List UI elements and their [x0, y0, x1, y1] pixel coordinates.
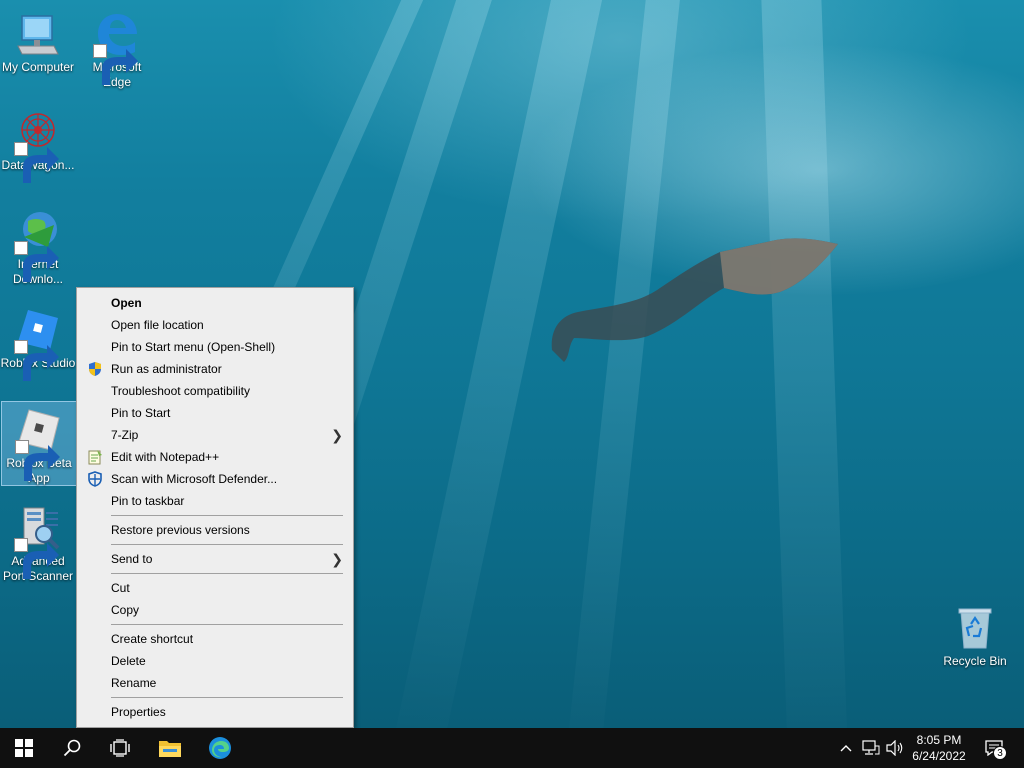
defender-shield-icon — [87, 471, 103, 487]
menu-item-create-shortcut[interactable]: Create shortcut — [77, 628, 353, 650]
menu-item-label: Copy — [111, 603, 140, 617]
menu-item-label: Delete — [111, 654, 146, 668]
menu-item-pin-to-start-menu-open-shell[interactable]: Pin to Start menu (Open-Shell) — [77, 336, 353, 358]
menu-separator — [111, 573, 343, 574]
recycle-bin-icon — [951, 604, 999, 652]
menu-item-label: Open file location — [111, 318, 204, 332]
network-tray-button[interactable] — [860, 728, 882, 768]
desktop-icon-my-computer[interactable]: My Computer — [0, 6, 76, 75]
menu-item-rename[interactable]: Rename — [77, 672, 353, 694]
action-center-button[interactable]: 3 — [980, 728, 1008, 768]
menu-item-label: Pin to Start — [111, 406, 171, 420]
shortcut-arrow-icon — [14, 142, 59, 183]
menu-item-label: Send to — [111, 552, 153, 566]
taskbar-clock[interactable]: 8:05 PM 6/24/2022 — [902, 732, 976, 764]
menu-item-label: Cut — [111, 581, 130, 595]
menu-item-label: Rename — [111, 676, 157, 690]
taskbar-file-explorer-button[interactable] — [146, 728, 194, 768]
computer-icon — [14, 10, 62, 58]
menu-item-label: Scan with Microsoft Defender... — [111, 472, 278, 486]
menu-item-troubleshoot-compatibility[interactable]: Troubleshoot compatibility — [77, 380, 353, 402]
menu-item-edit-with-notepadpp[interactable]: Edit with Notepad++ — [77, 446, 353, 468]
menu-item-7zip[interactable]: 7-Zip ❯ — [77, 424, 353, 446]
chevron-right-icon: ❯ — [331, 551, 343, 567]
download-manager-icon — [14, 207, 62, 282]
start-button[interactable] — [0, 728, 48, 768]
shortcut-arrow-icon — [14, 241, 59, 282]
search-icon — [63, 739, 81, 757]
desktop-icon-internet-download-manager[interactable]: Internet Downlo... — [0, 203, 76, 287]
menu-item-label: Pin to taskbar — [111, 494, 185, 508]
chevron-right-icon: ❯ — [331, 427, 343, 443]
menu-item-label: Properties — [111, 705, 166, 719]
menu-item-label: 7-Zip — [111, 428, 139, 442]
taskbar-edge-button[interactable] — [196, 728, 244, 768]
menu-item-restore-previous-versions[interactable]: Restore previous versions — [77, 519, 353, 541]
shortcut-arrow-icon — [93, 44, 138, 85]
menu-item-label: Open — [111, 296, 142, 310]
clock-date: 6/24/2022 — [912, 749, 966, 763]
menu-item-label: Edit with Notepad++ — [111, 450, 220, 464]
search-button[interactable] — [48, 728, 96, 768]
datawagon-icon — [14, 108, 62, 183]
menu-item-cut[interactable]: Cut — [77, 577, 353, 599]
menu-item-run-as-administrator[interactable]: Run as administrator — [77, 358, 353, 380]
uac-shield-icon — [87, 361, 103, 377]
desktop-icon-microsoft-edge[interactable]: Microsoft Edge — [78, 6, 156, 90]
desktop-icon-recycle-bin[interactable]: Recycle Bin — [937, 600, 1013, 669]
menu-separator — [111, 697, 343, 698]
menu-item-pin-to-taskbar[interactable]: Pin to taskbar — [77, 490, 353, 512]
menu-item-label: Pin to Start menu (Open-Shell) — [111, 340, 276, 354]
task-view-button[interactable] — [96, 728, 144, 768]
menu-item-open[interactable]: Open — [77, 292, 353, 314]
menu-item-label: Restore previous versions — [111, 523, 250, 537]
menu-item-label: Run as administrator — [111, 362, 222, 376]
network-icon — [862, 740, 880, 755]
menu-item-send-to[interactable]: Send to ❯ — [77, 548, 353, 570]
show-hidden-icons-button[interactable] — [836, 728, 856, 768]
menu-item-pin-to-start[interactable]: Pin to Start — [77, 402, 353, 424]
clock-time: 8:05 PM — [916, 733, 962, 747]
task-view-icon — [110, 739, 130, 757]
shortcut-arrow-icon — [14, 340, 59, 381]
menu-item-open-file-location[interactable]: Open file location — [77, 314, 353, 336]
menu-separator — [111, 624, 343, 625]
edge-icon — [209, 737, 231, 759]
folder-icon — [159, 741, 181, 757]
menu-separator — [111, 515, 343, 516]
desktop-icon-label: Recycle Bin — [943, 654, 1007, 668]
notification-count-badge: 3 — [993, 746, 1007, 760]
menu-item-scan-with-microsoft-defender[interactable]: Scan with Microsoft Defender... — [77, 468, 353, 490]
menu-item-properties[interactable]: Properties — [77, 701, 353, 723]
menu-separator — [111, 544, 343, 545]
desktop-icon-roblox-beta-app[interactable]: Roblox Beta App — [1, 401, 77, 486]
chevron-up-icon — [840, 745, 852, 752]
menu-item-label: Troubleshoot compatibility — [111, 384, 250, 398]
context-menu: Open Open file location Pin to Start men… — [76, 287, 354, 728]
shortcut-arrow-icon — [15, 440, 60, 481]
diver-silhouette — [551, 238, 838, 362]
roblox-studio-icon — [14, 306, 62, 381]
roblox-app-icon — [15, 406, 63, 481]
notification-icon: 3 — [985, 740, 1007, 760]
shortcut-arrow-icon — [14, 538, 59, 579]
desktop-icon-datawagon[interactable]: DataWagon... — [0, 104, 76, 183]
menu-item-delete[interactable]: Delete — [77, 650, 353, 672]
menu-item-copy[interactable]: Copy — [77, 599, 353, 621]
taskbar: 8:05 PM 6/24/2022 3 — [0, 728, 1024, 768]
port-scanner-icon — [14, 504, 62, 579]
notepadpp-icon — [87, 449, 103, 465]
windows-logo-icon — [15, 739, 33, 757]
desktop-icon-label: My Computer — [1, 60, 75, 74]
menu-item-label: Create shortcut — [111, 632, 194, 646]
edge-icon — [93, 10, 141, 85]
desktop-icon-advanced-port-scanner[interactable]: Advanced Port Scanner — [0, 500, 76, 584]
desktop-icon-roblox-studio[interactable]: Roblox Studio — [0, 302, 76, 381]
